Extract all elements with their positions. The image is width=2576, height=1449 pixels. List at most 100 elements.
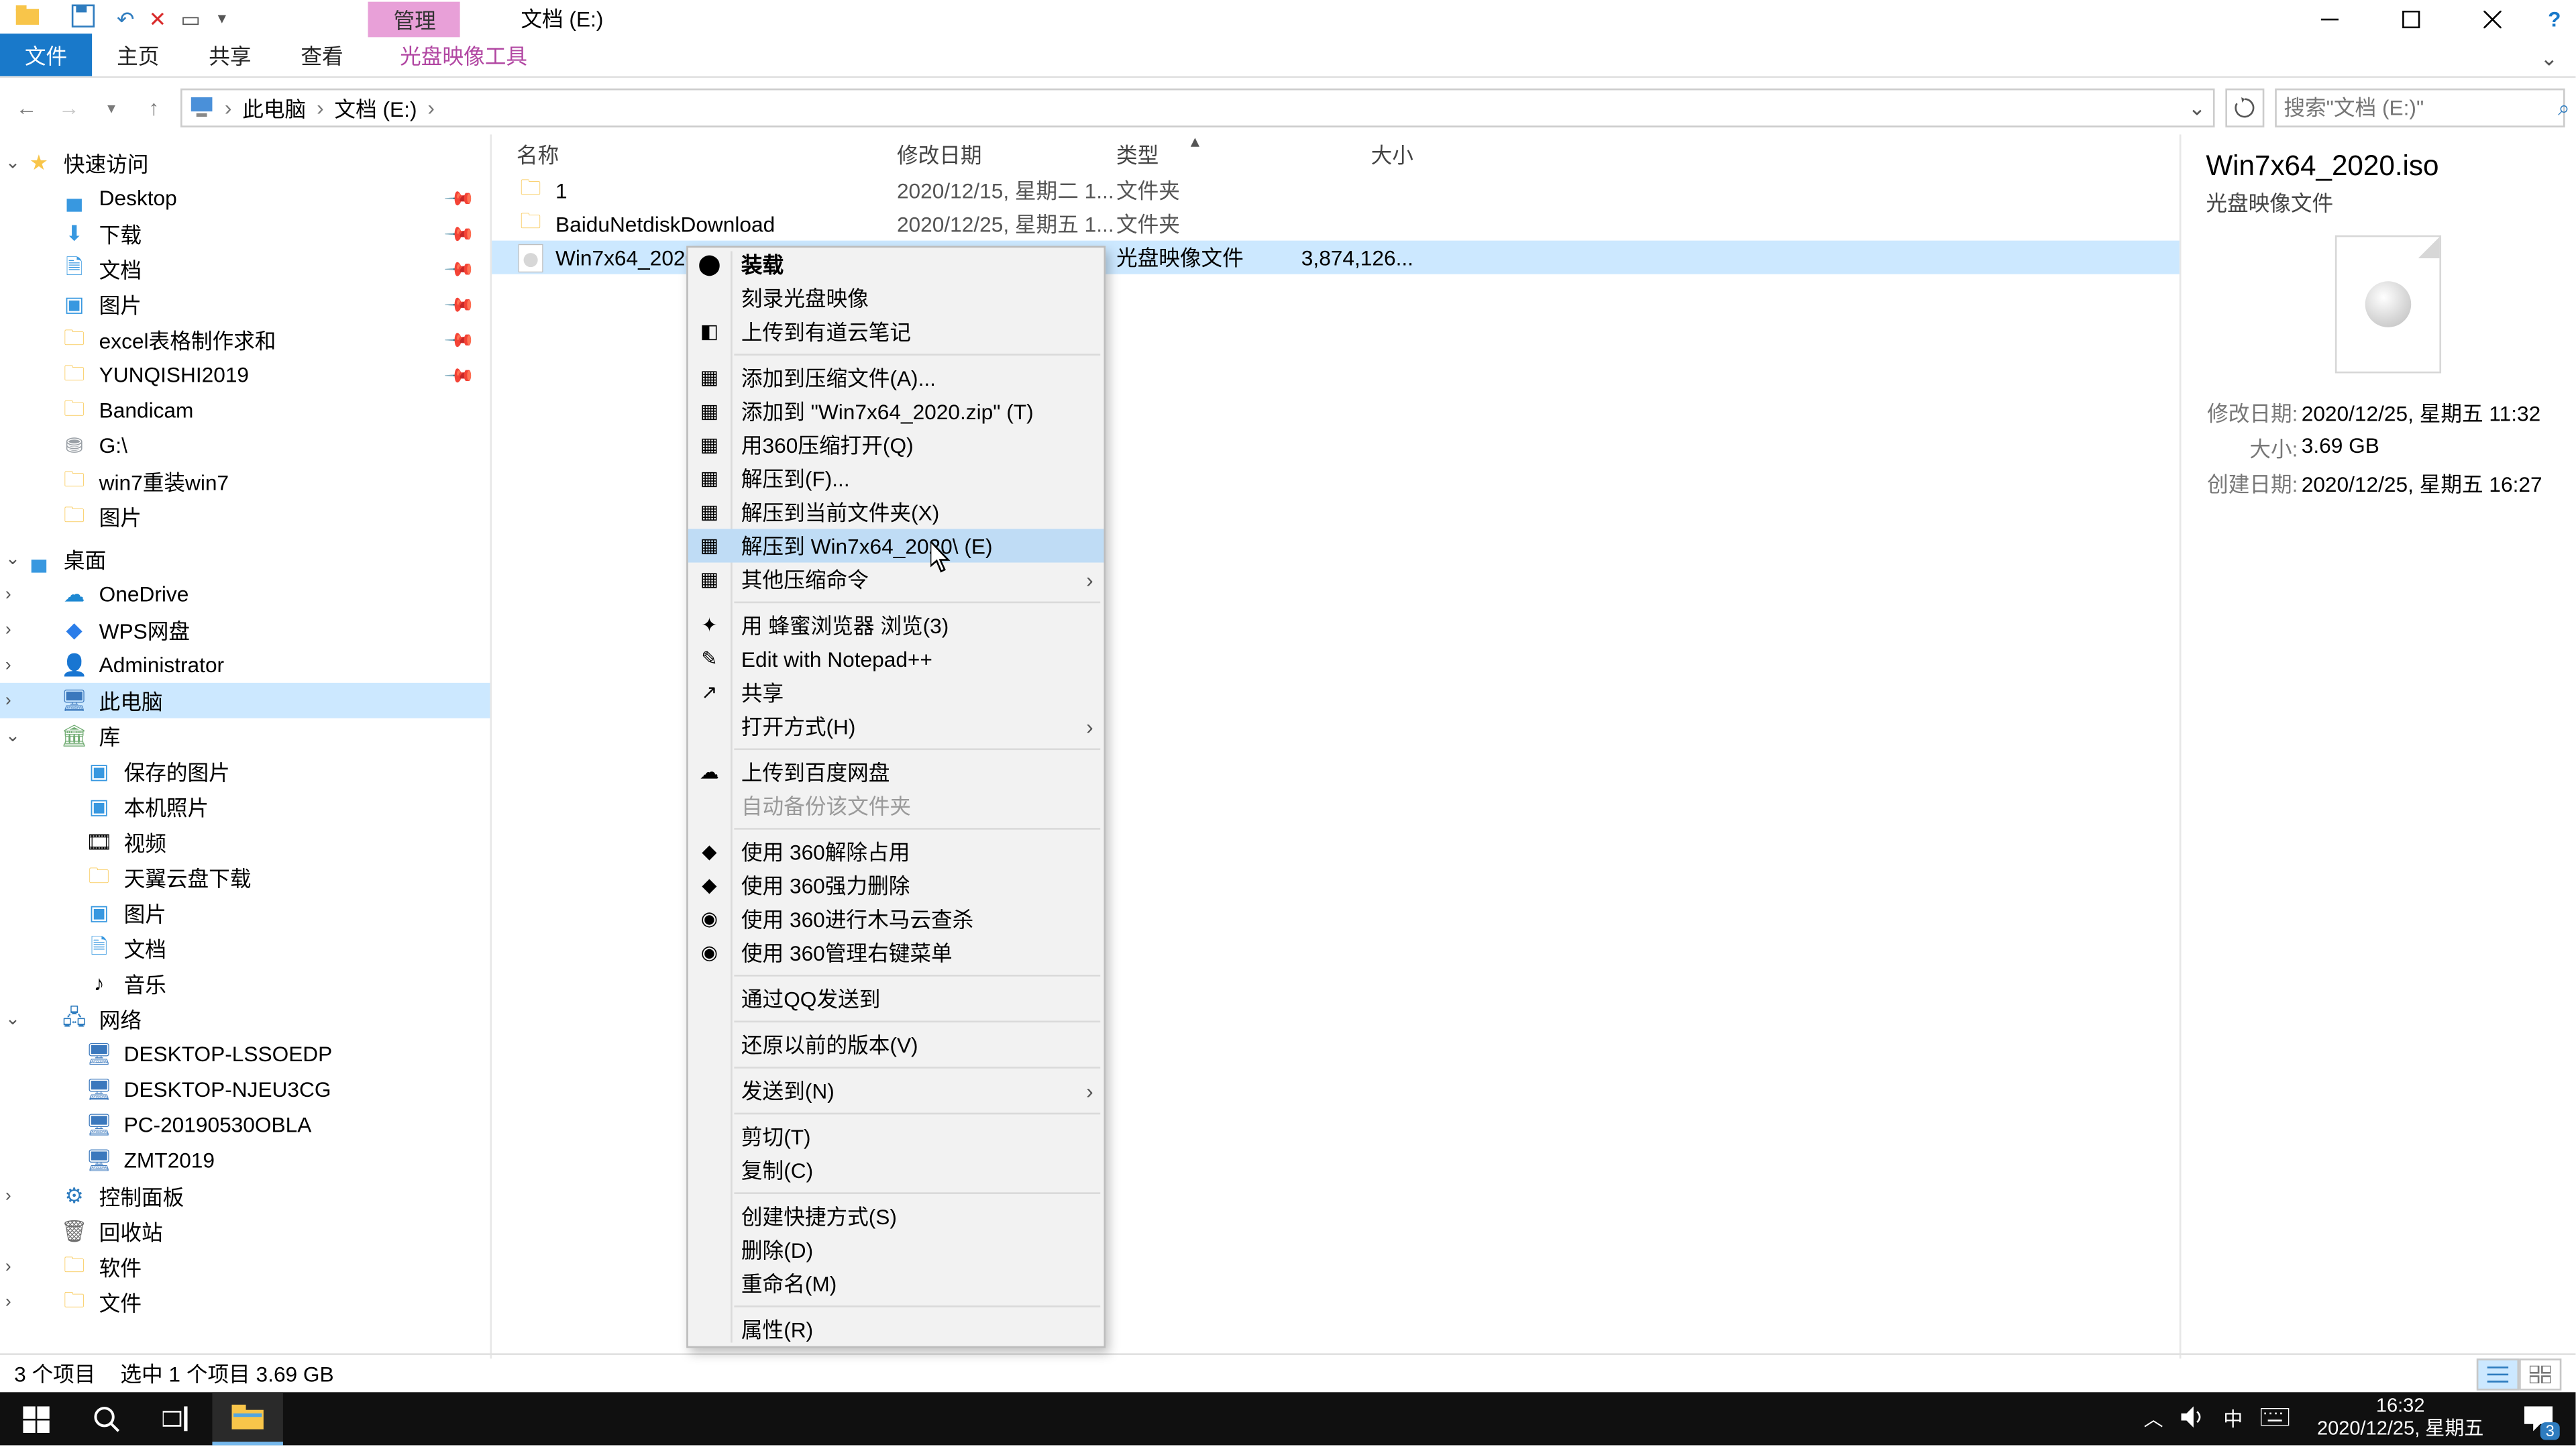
nav-tianyi[interactable]: 🗀天翼云盘下载 — [0, 860, 490, 896]
nav-music[interactable]: ♪音乐 — [0, 966, 490, 1002]
task-view-button[interactable] — [142, 1392, 212, 1445]
context-menu-item[interactable]: ↗共享 — [688, 676, 1104, 709]
ribbon-expand-icon[interactable]: ⌄ — [2522, 39, 2575, 76]
tray-overflow-icon[interactable]: ︿ — [2144, 1405, 2163, 1433]
nav-downloads[interactable]: ⬇下载📌 — [0, 216, 490, 252]
nav-quick-access[interactable]: ★快速访问 — [0, 145, 490, 180]
tray-volume-icon[interactable] — [2181, 1405, 2206, 1432]
nav-bandicam[interactable]: 🗀Bandicam — [0, 392, 490, 428]
context-menu-item[interactable]: ▦解压到(F)... — [688, 462, 1104, 495]
context-menu-item[interactable]: 删除(D) — [688, 1233, 1104, 1267]
context-menu-item[interactable]: ⬤装载 — [688, 248, 1104, 281]
context-menu-item[interactable]: ◧上传到有道云笔记 — [688, 315, 1104, 348]
nav-forward-button[interactable]: → — [53, 92, 85, 123]
nav-camera-roll[interactable]: ▣本机照片 — [0, 789, 490, 824]
column-header-type[interactable]: 类型 — [1116, 134, 1297, 173]
nav-admin[interactable]: 👤Administrator — [0, 647, 490, 683]
nav-pictures[interactable]: ▣图片📌 — [0, 286, 490, 322]
breadcrumb-drive[interactable]: 文档 (E:) — [334, 93, 417, 123]
nav-back-button[interactable]: ← — [11, 92, 42, 123]
context-menu-item[interactable]: ✎Edit with Notepad++ — [688, 642, 1104, 676]
minimize-button[interactable] — [2289, 0, 2370, 37]
address-bar[interactable]: › 此电脑 › 文档 (E:) › ⌄ — [180, 89, 2215, 127]
column-header-date[interactable]: 修改日期 — [897, 134, 1116, 173]
qat-save-icon[interactable] — [64, 3, 103, 34]
close-button[interactable] — [2452, 0, 2533, 37]
context-menu-item[interactable]: 剪切(T) — [688, 1120, 1104, 1153]
search-input[interactable] — [2284, 95, 2558, 120]
nav-history-dropdown[interactable]: ▾ — [95, 92, 127, 123]
context-menu-item[interactable]: ▦解压到 Win7x64_2020\ (E) — [688, 529, 1104, 562]
nav-videos[interactable]: 🎞视频 — [0, 824, 490, 860]
context-menu-item[interactable]: 属性(R) — [688, 1313, 1104, 1346]
nav-excel-folder[interactable]: 🗀excel表格制作求和📌 — [0, 322, 490, 358]
refresh-button[interactable] — [2225, 89, 2264, 127]
breadcrumb-thispc[interactable]: 此电脑 — [242, 93, 306, 123]
qat-dropdown-icon[interactable]: ▼ — [215, 11, 229, 27]
qat-undo-icon[interactable]: ↶ — [117, 6, 135, 31]
search-icon[interactable]: ⌕ — [2558, 95, 2570, 121]
file-row[interactable]: 🗀BaiduNetdiskDownload2020/12/25, 星期五 1..… — [492, 207, 2180, 241]
nav-yunqishi[interactable]: 🗀YUNQISHI2019📌 — [0, 358, 490, 393]
context-menu-item[interactable]: 发送到(N)› — [688, 1074, 1104, 1108]
context-menu-item[interactable]: ▦添加到压缩文件(A)... — [688, 361, 1104, 394]
context-menu-item[interactable]: 刻录光盘映像 — [688, 281, 1104, 315]
qat-delete-icon[interactable]: ✕ — [149, 6, 167, 31]
nav-pc3[interactable]: 🖥PC-20190530OBLA — [0, 1108, 490, 1143]
context-menu-item[interactable]: ◉使用 360进行木马云查杀 — [688, 902, 1104, 936]
nav-desktop[interactable]: ▄Desktop📌 — [0, 180, 490, 216]
context-menu-item[interactable]: ▦其他压缩命令› — [688, 563, 1104, 596]
nav-files[interactable]: 🗀文件 — [0, 1284, 490, 1320]
context-menu-item[interactable]: ◉使用 360管理右键菜单 — [688, 936, 1104, 969]
nav-onedrive[interactable]: ☁OneDrive — [0, 577, 490, 612]
context-menu-item[interactable]: 还原以前的版本(V) — [688, 1028, 1104, 1061]
nav-libraries[interactable]: 🏛库 — [0, 718, 490, 754]
context-menu-item[interactable]: ▦用360压缩打开(Q) — [688, 428, 1104, 462]
nav-gdrive[interactable]: ⛃G:\ — [0, 428, 490, 464]
taskbar-explorer-button[interactable] — [212, 1392, 282, 1445]
view-large-icons-button[interactable] — [2519, 1358, 2561, 1389]
help-button[interactable]: ? — [2533, 0, 2575, 37]
nav-recycle[interactable]: 🗑回收站 — [0, 1214, 490, 1249]
taskbar-clock[interactable]: 16:32 2020/12/25, 星期五 — [2317, 1396, 2483, 1442]
context-menu-item[interactable]: 复制(C) — [688, 1153, 1104, 1187]
context-menu-item[interactable]: ☁上传到百度网盘 — [688, 755, 1104, 789]
nav-network[interactable]: 🖧网络 — [0, 1002, 490, 1037]
nav-wps[interactable]: ◆WPS网盘 — [0, 612, 490, 647]
ribbon-tab-file[interactable]: 文件 — [0, 34, 92, 76]
start-button[interactable] — [0, 1392, 70, 1445]
context-menu-item[interactable]: 创建快捷方式(S) — [688, 1199, 1104, 1233]
nav-control-panel[interactable]: ⚙控制面板 — [0, 1178, 490, 1214]
nav-documents2[interactable]: 🗎文档 — [0, 930, 490, 966]
nav-pc4[interactable]: 🖥ZMT2019 — [0, 1143, 490, 1179]
context-menu-item[interactable]: ◆使用 360解除占用 — [688, 835, 1104, 869]
context-menu-item[interactable]: ✦用 蜂蜜浏览器 浏览(3) — [688, 608, 1104, 642]
view-details-button[interactable] — [2477, 1358, 2519, 1389]
context-menu-item[interactable]: ▦解压到当前文件夹(X) — [688, 495, 1104, 529]
context-menu-item[interactable]: ◆使用 360强力删除 — [688, 869, 1104, 902]
file-row[interactable]: 🗀12020/12/15, 星期二 1...文件夹 — [492, 173, 2180, 207]
ribbon-tab-share[interactable]: 共享 — [184, 34, 276, 76]
nav-pictures3[interactable]: ▣图片 — [0, 895, 490, 930]
ribbon-tab-view[interactable]: 查看 — [276, 34, 368, 76]
column-header-name[interactable]: 名称 — [517, 134, 897, 173]
search-box[interactable]: ⌕ — [2275, 89, 2565, 127]
nav-pc1[interactable]: 🖥DESKTOP-LSSOEDP — [0, 1036, 490, 1072]
nav-up-button[interactable]: ↑ — [138, 92, 170, 123]
context-menu-item[interactable]: 重命名(M) — [688, 1267, 1104, 1300]
qat-props-icon[interactable]: ▭ — [180, 6, 201, 31]
nav-win7reinstall[interactable]: 🗀win7重装win7 — [0, 464, 490, 499]
nav-thispc[interactable]: 🖥此电脑 — [0, 683, 490, 718]
ribbon-tab-home[interactable]: 主页 — [92, 34, 184, 76]
address-dropdown-icon[interactable]: ⌄ — [2188, 95, 2206, 120]
context-menu-item[interactable]: ▦添加到 "Win7x64_2020.zip" (T) — [688, 394, 1104, 428]
maximize-button[interactable] — [2371, 0, 2452, 37]
nav-software[interactable]: 🗀软件 — [0, 1249, 490, 1285]
tray-keyboard-icon[interactable] — [2261, 1407, 2289, 1430]
context-menu-item[interactable]: 通过QQ发送到 — [688, 982, 1104, 1016]
chevron-right-icon[interactable]: › — [313, 95, 327, 120]
tray-ime-indicator[interactable]: 中 — [2223, 1405, 2243, 1433]
context-menu-item[interactable]: 打开方式(H)› — [688, 709, 1104, 743]
chevron-right-icon[interactable]: › — [424, 95, 438, 120]
ribbon-tab-iso-tools[interactable]: 光盘映像工具 — [375, 34, 552, 76]
